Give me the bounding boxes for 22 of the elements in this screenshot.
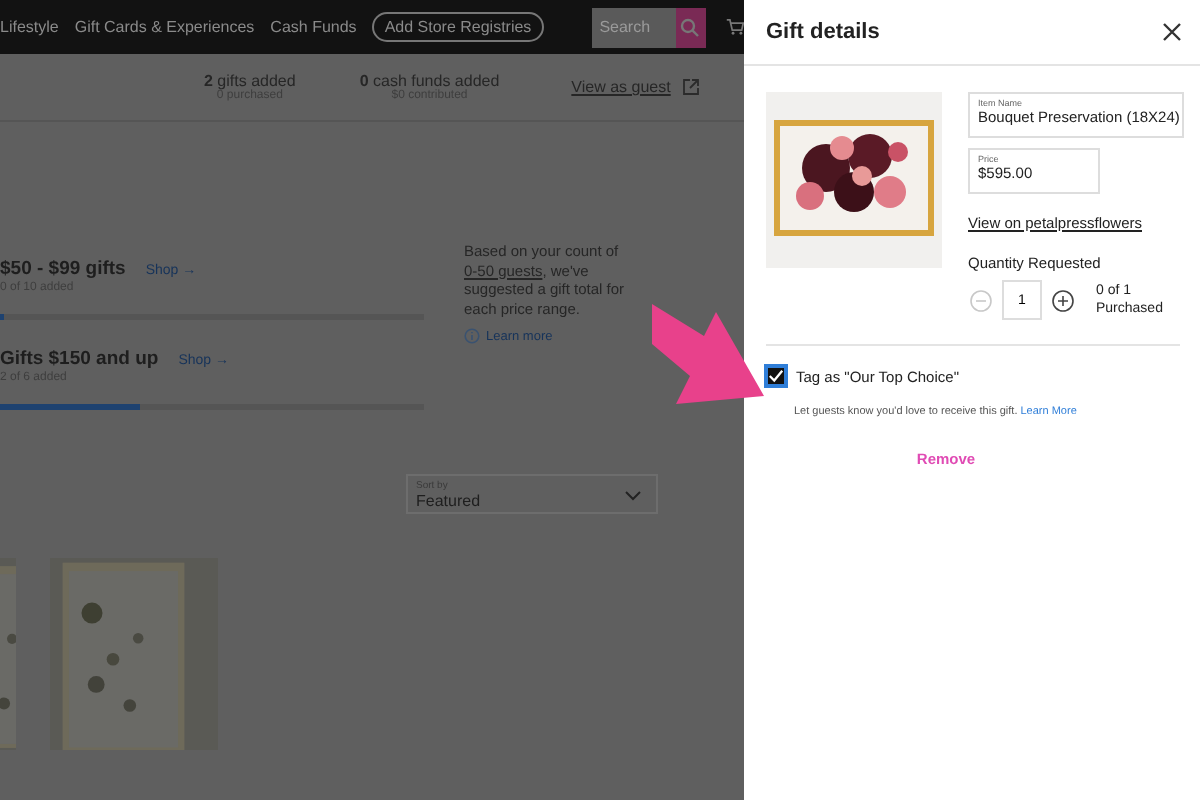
search-button[interactable]	[675, 7, 706, 47]
nav-link[interactable]: Lifestyle	[0, 18, 59, 36]
close-icon	[1162, 22, 1182, 42]
search-field[interactable]: Search	[591, 7, 676, 47]
chevron-down-icon	[624, 490, 642, 502]
nav-link[interactable]: Gift Cards & Experiences	[74, 18, 255, 36]
increase-button[interactable]	[1050, 289, 1076, 311]
plus-icon	[1052, 289, 1074, 311]
add-store-registries-button[interactable]: Add Store Registries	[372, 12, 544, 42]
panel-title: Gift details	[766, 20, 880, 44]
tier-title: $50 - $99 gifts	[0, 258, 126, 280]
stat-label: 2 gifts added	[204, 72, 296, 90]
info-icon	[464, 328, 480, 344]
close-button[interactable]	[1162, 22, 1182, 42]
external-link-icon	[682, 78, 701, 96]
search-icon	[680, 17, 701, 37]
minus-icon	[970, 289, 992, 311]
cart-icon[interactable]	[725, 16, 744, 38]
checkbox[interactable]	[764, 364, 788, 388]
nav-link[interactable]: Cash Funds	[270, 18, 357, 36]
tier-title: Gifts $150 and up	[0, 348, 159, 370]
stat-label: 0 cash funds added	[359, 72, 500, 90]
